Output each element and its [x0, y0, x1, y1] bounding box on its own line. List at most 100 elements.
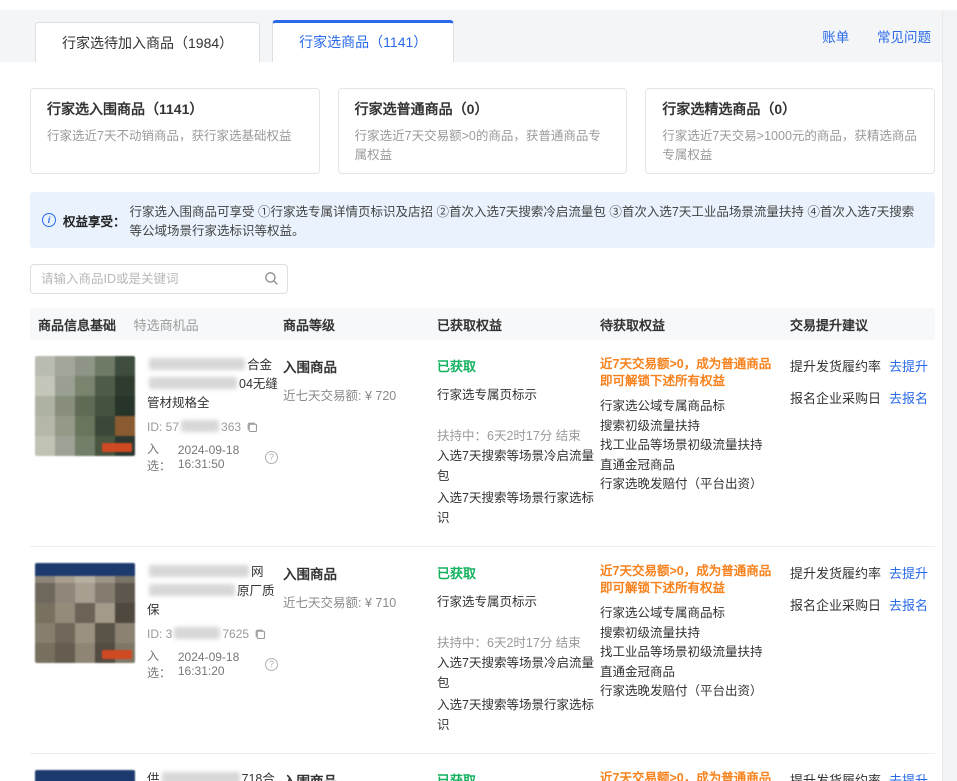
pending-benefit-list: 行家选公域专属商品标搜索初级流量扶持找工业品等场景初级流量扶持直通金冠商品行家选… [600, 604, 776, 702]
tier-cards: 行家选入围商品（1141） 行家选近7天不动销商品，获行家选基础权益 行家选普通… [30, 88, 935, 174]
product-title[interactable]: 合金04无缝管材规格全 [147, 356, 278, 413]
gained-benefit-item: 入选7天搜索等场景冷启流量包 [437, 446, 600, 486]
image-corner-tag [102, 650, 132, 659]
suggestion-text: 报名企业采购日 [790, 391, 881, 406]
pending-benefit-item: 行家选晚发赔付（平台出资） [600, 682, 776, 702]
product-grade: 入围商品 [283, 563, 437, 583]
suggestion-action-link[interactable]: 去报名 [889, 391, 928, 406]
support-benefit-list: 入选7天搜索等场景冷启流量包入选7天搜索等场景行家选标识 [437, 653, 600, 735]
product-grade: 入围商品 [283, 356, 437, 376]
link-bill[interactable]: 账单 [822, 30, 849, 45]
redacted-text [181, 420, 219, 432]
product-info: 供718合金带材分条圆棒 ID: 3024937532 入选： 2024-09-… [147, 770, 278, 781]
product-title-text: 合 [262, 772, 275, 781]
product-image[interactable] [35, 356, 135, 456]
product-info: 网原厂质保 ID: 37625 入选： 2024-09-18 16:31:20 [147, 563, 278, 735]
gained-benefit-item: 行家选专属页标示 [437, 591, 600, 610]
selected-date: 2024-09-18 16:31:20 [178, 650, 261, 678]
link-faq[interactable]: 常见问题 [877, 30, 931, 45]
selected-date: 2024-09-18 16:31:50 [178, 443, 261, 471]
redacted-text [162, 772, 240, 781]
image-corner-tag [102, 443, 132, 452]
header-gained-benefits: 已获取权益 [437, 315, 600, 334]
card-desc: 行家选近7天交易>1000元的商品，获精选商品专属权益 [662, 125, 918, 163]
suggestion-action-link[interactable]: 去提升 [889, 773, 928, 781]
seven-day-trade-amount: 近七天交易额: ¥ 710 [283, 592, 437, 611]
pending-unlock-headline: 近7天交易额>0，成为普通商品即可解锁下述所有权益 [600, 563, 776, 597]
tab-bar: 行家选待加入商品（1984） 行家选商品（1141） 账单 常见问题 [0, 10, 957, 62]
card-title: 行家选入围商品（1141） [47, 99, 303, 119]
product-grade: 入围商品 [283, 770, 437, 781]
header-pending-benefits: 待获取权益 [600, 315, 790, 334]
product-selected-date-line: 入选： 2024-09-18 16:31:20 [147, 647, 278, 681]
tab-selected-products[interactable]: 行家选商品（1141） [272, 20, 454, 62]
suggestion-action-link[interactable]: 去提升 [889, 359, 928, 374]
pending-benefit-list: 行家选公域专属商品标搜索初级流量扶持找工业品等场景初级流量扶持直通金冠商品行家选… [600, 397, 776, 495]
notice-bold-label: 权益享受： [63, 211, 126, 230]
page: 行家选待加入商品（1984） 行家选商品（1141） 账单 常见问题 行家选入围… [0, 0, 957, 781]
product-image[interactable] [35, 563, 135, 663]
pending-unlock-headline: 近7天交易额>0，成为普通商品即可解锁下述所有权益 [600, 356, 776, 390]
products-table: 商品信息基础 特选商机品 商品等级 已获取权益 待获取权益 交易提升建议 合金0… [30, 308, 935, 781]
table-header: 商品信息基础 特选商机品 商品等级 已获取权益 待获取权益 交易提升建议 [30, 308, 935, 340]
search-icon[interactable] [264, 271, 279, 291]
gained-benefit-item: 入选7天搜索等场景冷启流量包 [437, 653, 600, 693]
product-title-text: 718 [242, 772, 263, 781]
product-row: 网原厂质保 ID: 37625 入选： 2024-09-18 16:31:20 … [30, 547, 935, 754]
product-selected-date-line: 入选： 2024-09-18 16:31:50 [147, 440, 278, 474]
card-title: 行家选普通商品（0） [355, 99, 611, 119]
seven-day-trade-amount: 近七天交易额: ¥ 720 [283, 385, 437, 404]
help-icon[interactable] [265, 658, 278, 671]
card-premium-products[interactable]: 行家选精选商品（0） 行家选近7天交易>1000元的商品，获精选商品专属权益 [645, 88, 935, 174]
trade-suggestions: 提升发货履约率去提升报名企业采购日去报名 [790, 356, 935, 528]
suggestion-action-link[interactable]: 去报名 [889, 598, 928, 613]
selected-date-label: 入选： [147, 647, 174, 681]
suggestion-text: 提升发货履约率 [790, 773, 881, 781]
pending-benefit-item: 行家选公域专属商品标 [600, 604, 776, 624]
redacted-text [149, 584, 235, 596]
product-id-line: ID: 37625 [147, 627, 278, 641]
search-bar [30, 264, 288, 294]
suggestion-text: 提升发货履约率 [790, 566, 881, 581]
help-icon[interactable] [265, 451, 278, 464]
product-title[interactable]: 供718合金带材分条圆棒 [147, 770, 278, 781]
gained-badge: 已获取 [437, 356, 600, 375]
tab-pending-products[interactable]: 行家选待加入商品（1984） [35, 22, 260, 62]
tab-featured-opportunity[interactable]: 特选商机品 [134, 318, 199, 333]
product-title-text: 合金 [247, 358, 272, 372]
search-input[interactable] [30, 264, 288, 294]
product-id: ID: 37625 [147, 627, 249, 641]
scrollbar-track[interactable] [942, 10, 957, 781]
product-id-text: ID: 57 [147, 420, 179, 434]
header-product-grade: 商品等级 [283, 315, 437, 334]
copy-icon[interactable] [246, 421, 258, 433]
card-desc: 行家选近7天不动销商品，获行家选基础权益 [47, 125, 303, 144]
support-countdown: 扶持中：6天2时17分 结束 [437, 632, 600, 651]
copy-icon[interactable] [254, 628, 266, 640]
image-brand-band [35, 563, 135, 576]
notice-text: 行家选入围商品可享受 ①行家选专属详情页标识及店招 ②首次入选7天搜索冷启流量包… [130, 201, 923, 239]
product-id-text: 7625 [222, 627, 249, 641]
suggestion-item: 提升发货履约率去提升 [790, 356, 935, 375]
product-image[interactable] [35, 770, 135, 781]
card-shortlisted-products[interactable]: 行家选入围商品（1141） 行家选近7天不动销商品，获行家选基础权益 [30, 88, 320, 174]
suggestion-action-link[interactable]: 去提升 [889, 566, 928, 581]
card-title: 行家选精选商品（0） [662, 99, 918, 119]
product-title[interactable]: 网原厂质保 [147, 563, 278, 620]
tab-product-info-basic[interactable]: 商品信息基础 [38, 318, 116, 333]
card-desc: 行家选近7天交易额>0的商品，获普通商品专属权益 [355, 125, 611, 163]
suggestion-item: 提升发货履约率去提升 [790, 770, 935, 781]
suggestion-text: 提升发货履约率 [790, 359, 881, 374]
support-countdown: 扶持中：6天2时17分 结束 [437, 425, 600, 444]
pending-unlock-headline: 近7天交易额>0，成为普通商品即可解锁下述所有权益 [600, 770, 776, 781]
redacted-text [174, 627, 220, 639]
pending-benefit-item: 行家选公域专属商品标 [600, 397, 776, 417]
gained-badge: 已获取 [437, 563, 600, 582]
selected-date-label: 入选： [147, 440, 174, 474]
card-normal-products[interactable]: 行家选普通商品（0） 行家选近7天交易额>0的商品，获普通商品专属权益 [338, 88, 628, 174]
header-trade-suggestions: 交易提升建议 [790, 315, 935, 334]
header-links: 账单 常见问题 [798, 26, 931, 46]
trade-suggestions: 提升发货履约率去提升报名企业采购日去报名 [790, 563, 935, 735]
suggestion-item: 提升发货履约率去提升 [790, 563, 935, 582]
pending-benefit-item: 搜索初级流量扶持 [600, 417, 776, 437]
